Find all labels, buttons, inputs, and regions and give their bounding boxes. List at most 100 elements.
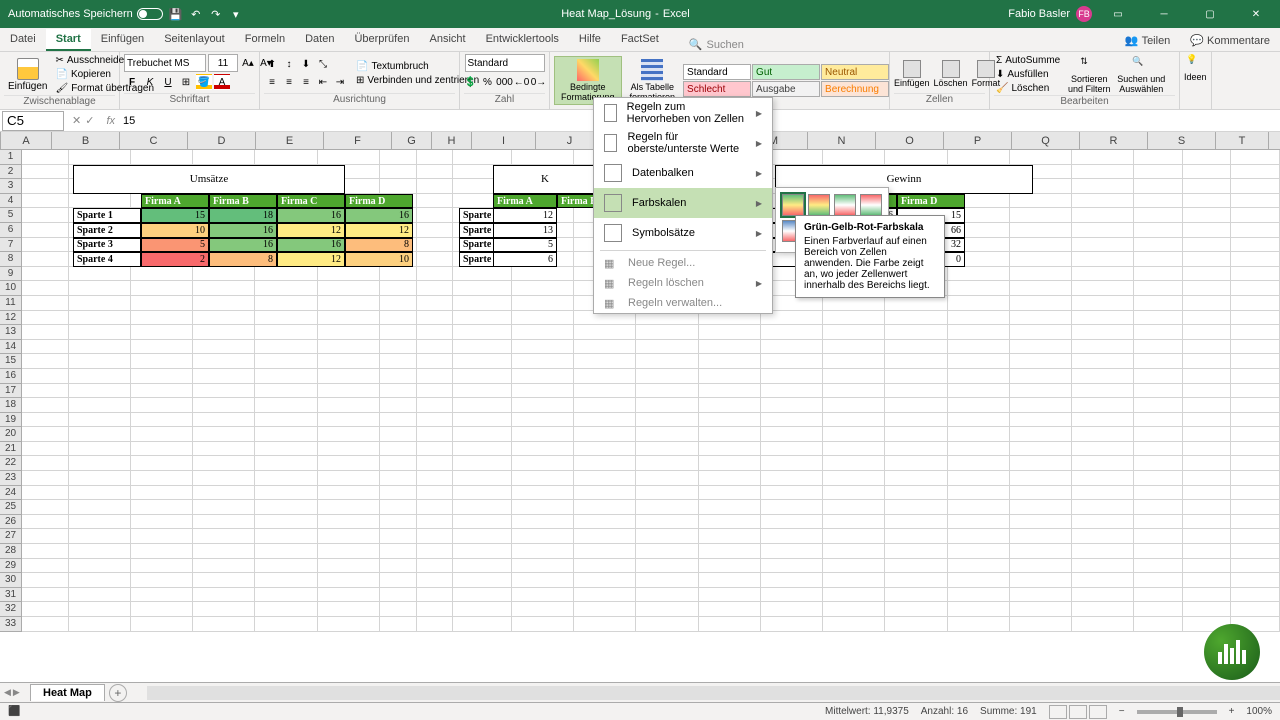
user-avatar[interactable]: FB [1076,6,1092,22]
col-header[interactable]: N [808,132,876,149]
clear-button[interactable]: 🧹 Löschen [994,82,1062,95]
col-header[interactable]: Q [1012,132,1080,149]
zoom-out-icon[interactable]: − [1119,706,1125,717]
cell-style-berechnung[interactable]: Berechnung [821,81,889,97]
align-right-icon[interactable]: ≡ [298,75,314,91]
comma-icon[interactable]: 000 [497,74,513,90]
indent-dec-icon[interactable]: ⇤ [315,75,331,91]
ribbon-options-icon[interactable]: ▭ [1098,0,1138,28]
italic-button[interactable]: K [142,74,158,90]
row-header[interactable]: 25 [0,500,21,515]
align-middle-icon[interactable]: ↕ [281,57,297,73]
color-scale-gyr[interactable] [782,194,804,216]
tab-einfügen[interactable]: Einfügen [91,29,154,51]
cf-menu-item[interactable]: Datenbalken▶ [594,158,772,188]
row-header[interactable]: 6 [0,223,21,238]
row-header[interactable]: 2 [0,165,21,180]
increase-font-icon[interactable]: A▴ [240,55,256,71]
col-header[interactable]: P [944,132,1012,149]
row-header[interactable]: 31 [0,588,21,603]
minimize-icon[interactable]: ─ [1144,0,1184,28]
tab-seitenlayout[interactable]: Seitenlayout [154,29,235,51]
cell-style-standard[interactable]: Standard [683,64,751,80]
tab-start[interactable]: Start [46,29,91,51]
currency-icon[interactable]: 💲 [463,74,479,90]
name-box[interactable] [2,111,64,131]
bold-button[interactable]: F [124,74,140,90]
enter-formula-icon[interactable]: ✓ [85,114,94,127]
col-header[interactable]: D [188,132,256,149]
align-bottom-icon[interactable]: ⬇ [298,57,314,73]
row-header[interactable]: 10 [0,281,21,296]
tab-factset[interactable]: FactSet [611,29,669,51]
col-header[interactable]: F [324,132,392,149]
zoom-in-icon[interactable]: + [1229,706,1235,717]
col-header[interactable]: B [52,132,120,149]
cf-menu-item[interactable]: Regeln für oberste/unterste Werte▶ [594,128,772,158]
next-sheet-icon[interactable]: ▶ [13,687,20,698]
col-header[interactable]: O [876,132,944,149]
number-format-select[interactable] [465,54,545,72]
align-center-icon[interactable]: ≡ [281,75,297,91]
tab-überprüfen[interactable]: Überprüfen [344,29,419,51]
border-button[interactable]: ⊞ [178,74,194,90]
percent-icon[interactable]: % [480,74,496,90]
find-select-button[interactable]: 🔍Suchen und Auswählen [1116,56,1166,94]
row-header[interactable]: 7 [0,238,21,253]
col-header[interactable]: I [472,132,536,149]
manage-rules-item[interactable]: ▦Regeln verwalten... [594,293,772,313]
zoom-slider[interactable] [1137,710,1217,714]
cancel-formula-icon[interactable]: ✕ [72,114,81,127]
dec-decimal-icon[interactable]: 0→ [531,74,547,90]
color-scale-rwg[interactable] [860,194,882,216]
row-header[interactable]: 12 [0,311,21,326]
cf-menu-item[interactable]: Regeln zum Hervorheben von Zellen▶ [594,98,772,128]
redo-icon[interactable]: ↷ [209,7,223,21]
col-header[interactable]: C [120,132,188,149]
clear-rules-item[interactable]: ▦Regeln löschen▶ [594,273,772,293]
row-header[interactable]: 28 [0,544,21,559]
cell-style-neutral[interactable]: Neutral [821,64,889,80]
row-header[interactable]: 1 [0,150,21,165]
color-scale-gwr[interactable] [834,194,856,216]
customize-qat-icon[interactable]: ▾ [229,7,243,21]
tab-ansicht[interactable]: Ansicht [419,29,475,51]
tab-hilfe[interactable]: Hilfe [569,29,611,51]
add-sheet-button[interactable]: + [109,684,127,702]
row-header[interactable]: 13 [0,325,21,340]
indent-inc-icon[interactable]: ⇥ [332,75,348,91]
font-size-select[interactable] [208,54,238,72]
cf-menu-item[interactable]: Farbskalen▶ [594,188,772,218]
col-header[interactable]: R [1080,132,1148,149]
fill-button[interactable]: ⬇ Ausfüllen [994,68,1062,81]
font-name-select[interactable] [124,54,206,72]
cell-style-schlecht[interactable]: Schlecht [683,81,751,97]
cell-style-ausgabe[interactable]: Ausgabe [752,81,820,97]
page-break-view-icon[interactable] [1089,705,1107,719]
tab-datei[interactable]: Datei [0,29,46,51]
row-header[interactable]: 23 [0,471,21,486]
col-header[interactable]: A [1,132,52,149]
row-header[interactable]: 8 [0,252,21,267]
delete-cells-button[interactable]: Löschen [934,60,968,88]
autosave-toggle[interactable]: Automatisches Speichern [8,8,163,20]
row-header[interactable]: 24 [0,486,21,501]
row-header[interactable]: 22 [0,456,21,471]
close-icon[interactable]: ✕ [1236,0,1276,28]
orientation-icon[interactable]: ⤡ [315,57,331,73]
row-header[interactable]: 30 [0,573,21,588]
row-header[interactable]: 3 [0,179,21,194]
inc-decimal-icon[interactable]: ←0 [514,74,530,90]
col-header[interactable]: G [392,132,432,149]
ideas-button[interactable]: 💡Ideen [1184,54,1207,82]
select-all-button[interactable] [0,132,1,149]
row-header[interactable]: 29 [0,559,21,574]
row-header[interactable]: 11 [0,296,21,311]
row-header[interactable]: 32 [0,602,21,617]
col-header[interactable]: T [1216,132,1269,149]
row-header[interactable]: 26 [0,515,21,530]
search-box[interactable]: 🔍 Suchen [689,38,744,51]
row-header[interactable]: 21 [0,442,21,457]
align-top-icon[interactable]: ⬆ [264,57,280,73]
paste-button[interactable]: Einfügen [4,56,51,94]
